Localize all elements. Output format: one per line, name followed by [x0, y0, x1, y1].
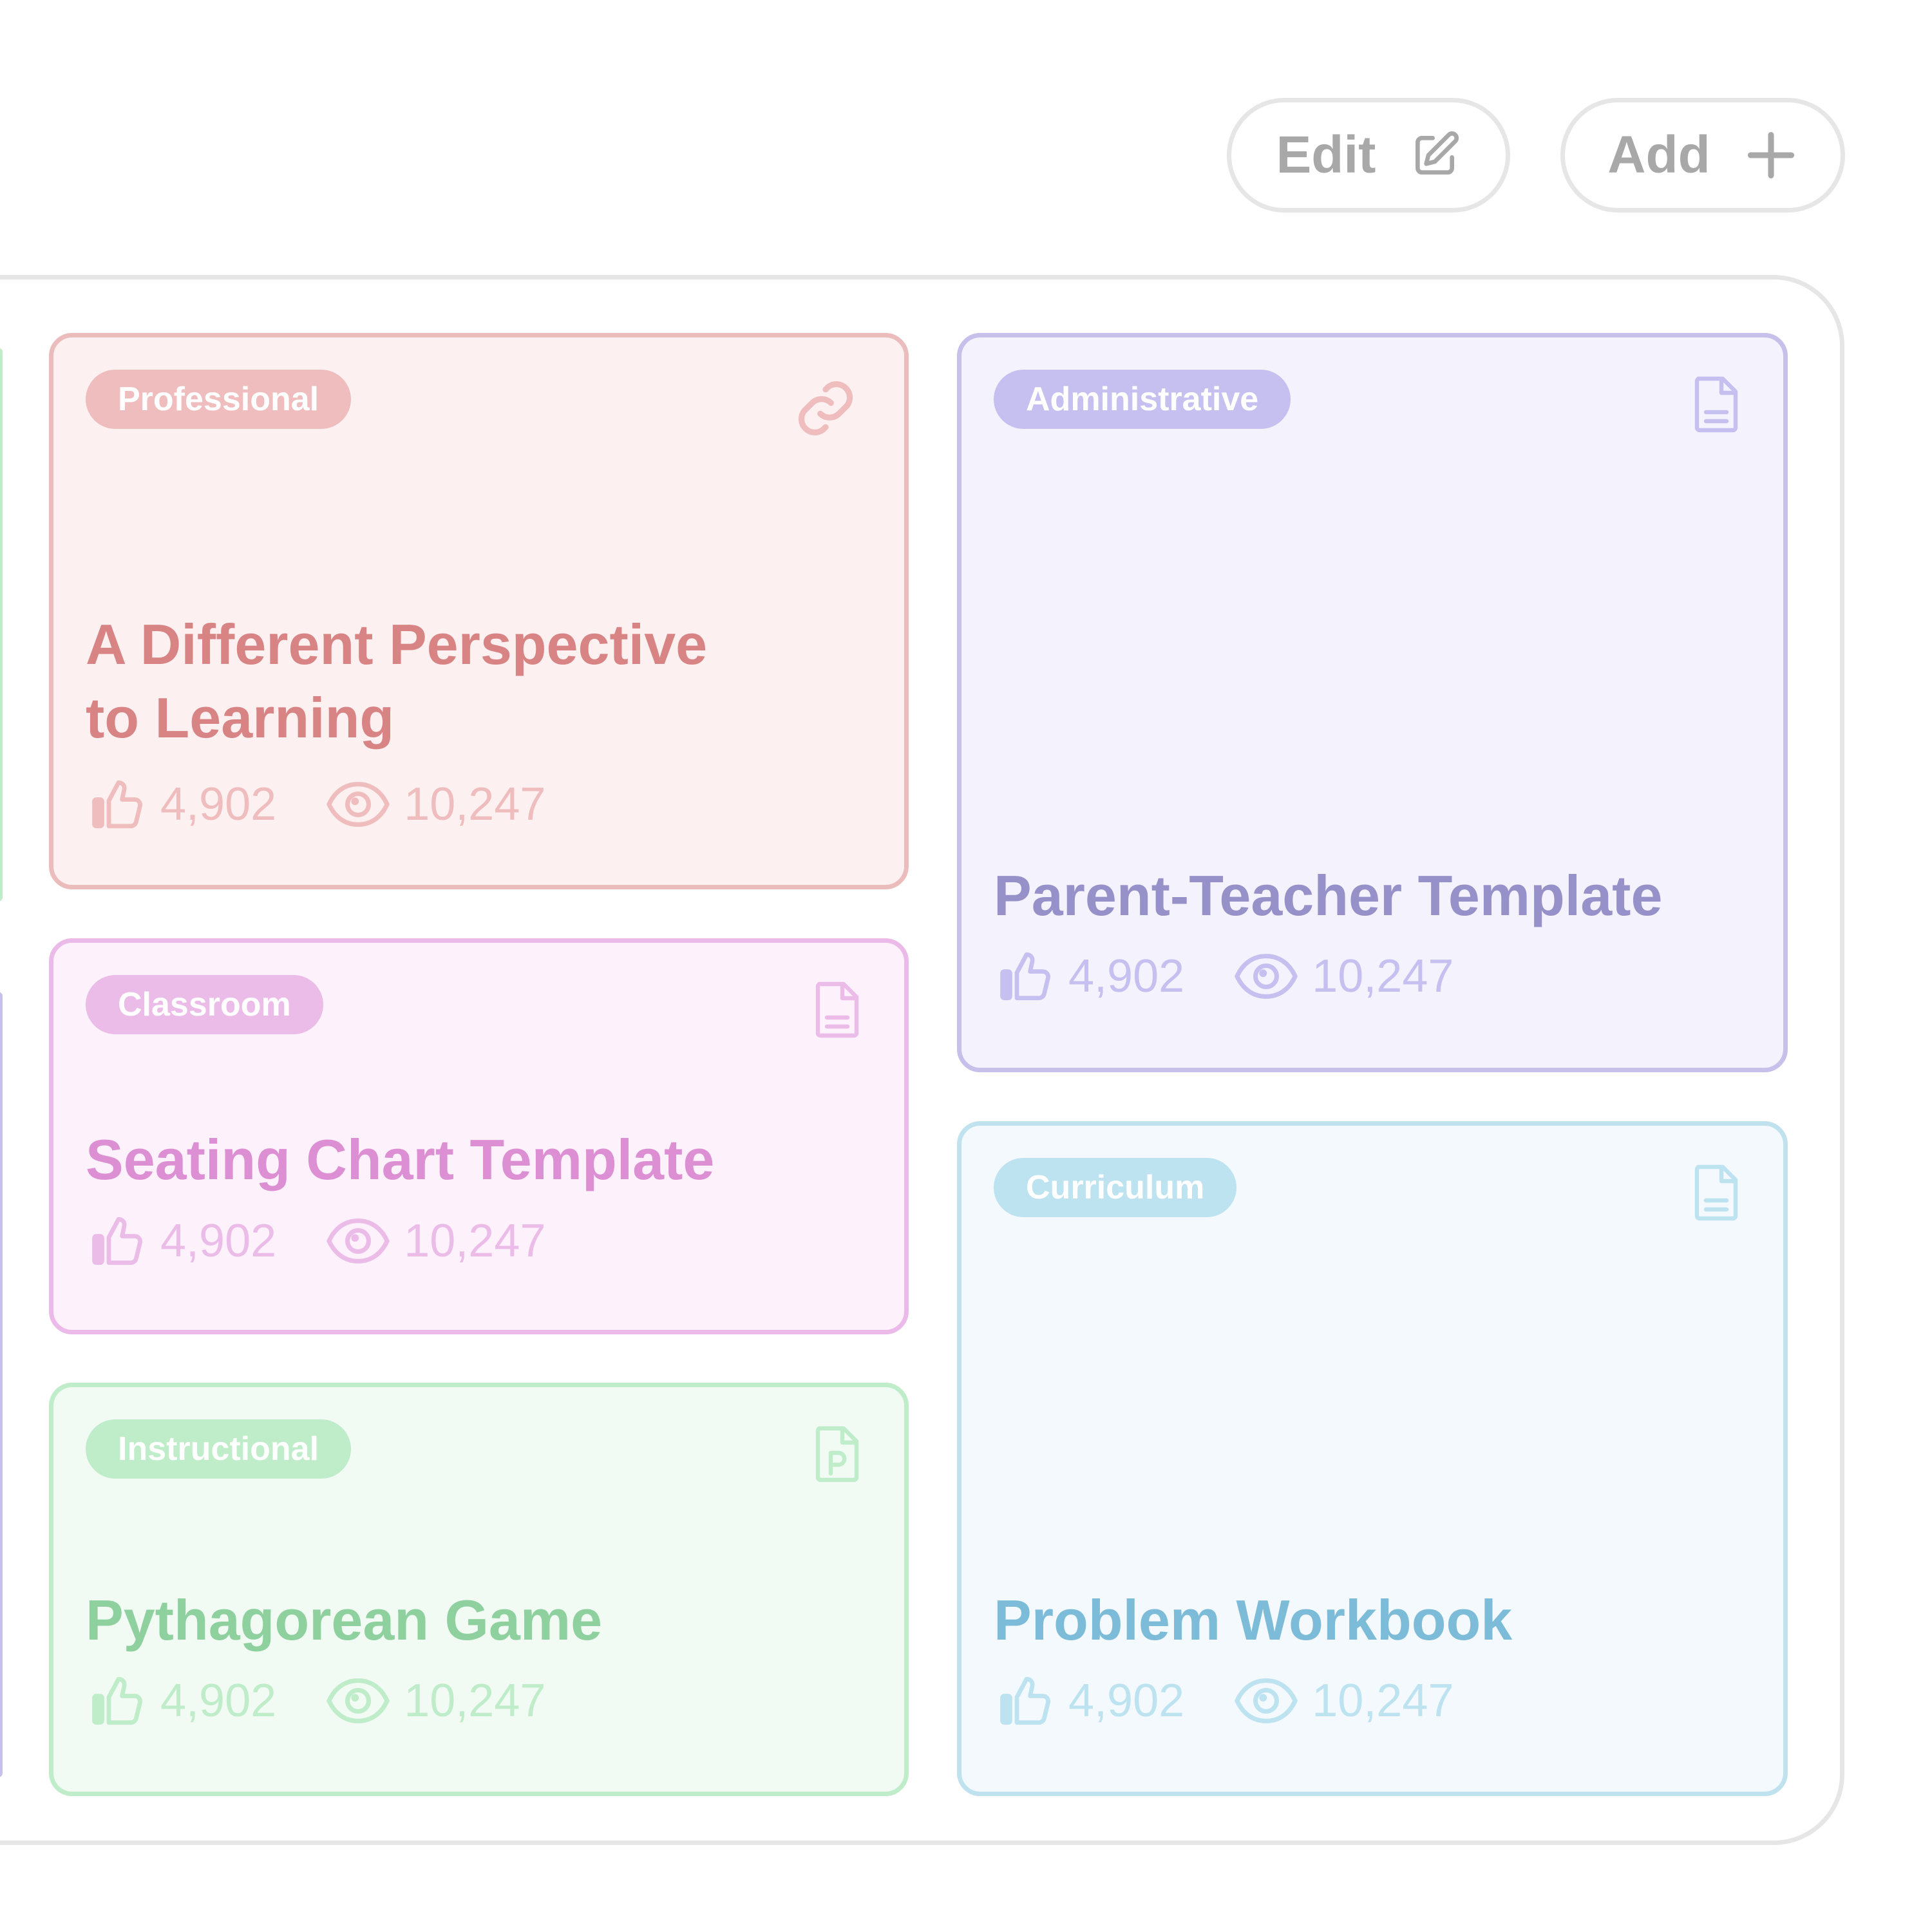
edit-button[interactable]: Edit [1227, 98, 1510, 213]
views-count: 10,247 [404, 1675, 546, 1727]
thumbs-up-icon[interactable] [90, 1672, 147, 1730]
card-title[interactable]: Seating Chart Template [86, 1123, 714, 1197]
category-badge[interactable]: Administrative [994, 370, 1291, 429]
card-title[interactable]: Pythagorean Game [86, 1584, 602, 1657]
category-badge[interactable]: Instructional [86, 1419, 352, 1479]
card-title-line-1: A Different Perspective [86, 612, 708, 676]
views-stat: 10,247 [325, 775, 545, 833]
thumbs-up-icon[interactable] [90, 1212, 147, 1270]
card-administrative[interactable]: Administrative Parent-Teacher Template 4… [957, 333, 1788, 1072]
views-stat: 10,247 [1233, 1672, 1454, 1730]
likes-count: 4,902 [1068, 951, 1185, 1002]
card-title[interactable]: Problem Workbook [994, 1584, 1512, 1657]
presentation-file-icon[interactable] [814, 1426, 860, 1482]
link-icon[interactable] [793, 376, 858, 440]
likes-stat: 4,902 [90, 775, 276, 833]
card-curriculum[interactable]: Curriculum Problem Workbook 4,902 10,247 [957, 1121, 1788, 1796]
card-title-line-2: to Learning [86, 686, 395, 750]
likes-count: 4,902 [1068, 1675, 1185, 1727]
category-badge[interactable]: Classroom [86, 975, 323, 1034]
card-stats: 4,902 10,247 [90, 1212, 545, 1270]
card-stats: 4,902 10,247 [90, 775, 545, 833]
views-count: 10,247 [1312, 951, 1454, 1002]
card-stats: 4,902 10,247 [90, 1672, 545, 1730]
eye-icon [327, 782, 390, 827]
likes-count: 4,902 [160, 1215, 277, 1267]
views-stat: 10,247 [1233, 947, 1454, 1005]
category-badge[interactable]: Professional [86, 370, 352, 429]
document-icon[interactable] [814, 981, 860, 1038]
eye-icon [1235, 1678, 1298, 1723]
likes-count: 4,902 [160, 779, 277, 830]
card-classroom[interactable]: Classroom Seating Chart Template 4,902 1… [49, 938, 909, 1334]
offscreen-card-edge-green[interactable] [0, 348, 3, 902]
views-stat: 10,247 [325, 1212, 545, 1270]
eye-icon [1235, 954, 1298, 999]
likes-stat: 4,902 [998, 1672, 1184, 1730]
eye-icon [327, 1218, 390, 1264]
card-professional[interactable]: Professional A Different Perspective to … [49, 333, 909, 889]
views-count: 10,247 [1312, 1675, 1454, 1727]
edit-button-label: Edit [1276, 126, 1376, 184]
add-button[interactable]: Add [1560, 98, 1845, 213]
card-stats: 4,902 10,247 [998, 1672, 1454, 1730]
thumbs-up-icon[interactable] [90, 775, 147, 833]
plus-icon [1747, 131, 1794, 179]
card-title[interactable]: A Different Perspective to Learning [86, 608, 707, 755]
edit-icon [1416, 131, 1459, 175]
document-icon[interactable] [1693, 1164, 1739, 1221]
category-badge[interactable]: Curriculum [994, 1158, 1237, 1217]
views-count: 10,247 [404, 1215, 546, 1267]
thumbs-up-icon[interactable] [998, 1672, 1056, 1730]
likes-stat: 4,902 [90, 1212, 276, 1270]
add-button-label: Add [1607, 126, 1710, 184]
thumbs-up-icon[interactable] [998, 947, 1056, 1005]
likes-stat: 4,902 [90, 1672, 276, 1730]
likes-stat: 4,902 [998, 947, 1184, 1005]
views-stat: 10,247 [325, 1672, 545, 1730]
card-stats: 4,902 10,247 [998, 947, 1454, 1005]
offscreen-card-edge-purple[interactable] [0, 992, 3, 1777]
card-instructional[interactable]: Instructional Pythagorean Game 4,902 10,… [49, 1383, 909, 1796]
card-title[interactable]: Parent-Teacher Template [994, 859, 1662, 933]
eye-icon [327, 1678, 390, 1723]
views-count: 10,247 [404, 779, 546, 830]
likes-count: 4,902 [160, 1675, 277, 1727]
document-icon[interactable] [1693, 376, 1739, 433]
